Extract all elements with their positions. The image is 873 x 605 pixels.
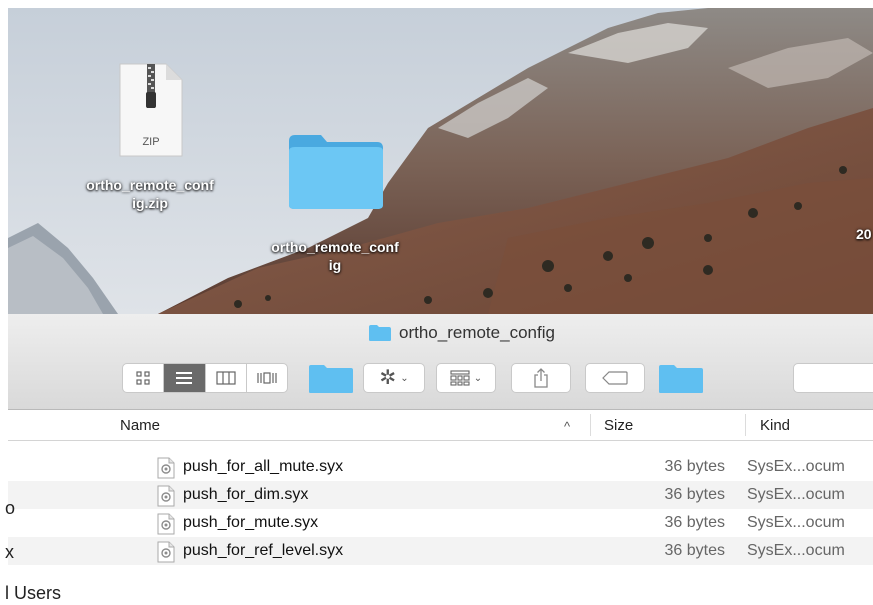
file-kind: SysEx...ocum (747, 514, 845, 531)
zip-file-icon[interactable]: ZIP (116, 62, 186, 158)
file-name: push_for_dim.syx (183, 486, 309, 503)
file-size: 36 bytes (664, 514, 725, 531)
kind-column-header[interactable]: Kind (760, 417, 790, 434)
share-button[interactable] (511, 363, 571, 393)
gear-icon: ✲ (379, 367, 397, 389)
sidebar-item-fragment[interactable]: o (5, 498, 15, 519)
window-title-text: ortho_remote_config (399, 323, 555, 342)
file-kind: SysEx...ocum (747, 486, 845, 503)
syx-file-icon (157, 513, 175, 535)
view-mode-control[interactable] (122, 363, 288, 393)
list-icon (176, 372, 193, 384)
finder-toolbar: ortho_remote_config ✲ ⌄ ⌄ (8, 314, 873, 410)
name-column-header[interactable]: Name (120, 417, 160, 434)
desktop-folder-icon[interactable] (287, 133, 385, 211)
window-title: ortho_remote_config (368, 322, 555, 344)
file-size: 36 bytes (664, 458, 725, 475)
sort-ascending-icon: ^ (564, 419, 571, 434)
gallery-icon (257, 372, 277, 384)
gallery-view-button[interactable] (247, 364, 287, 392)
mountain-wallpaper (8, 8, 873, 314)
file-kind: SysEx...ocum (747, 458, 845, 475)
column-view-button[interactable] (206, 364, 247, 392)
folder-icon (289, 135, 383, 209)
file-row[interactable]: push_for_all_mute.syx 36 bytes SysEx...o… (8, 453, 873, 481)
sidebar-item-fragment[interactable]: l Users (5, 583, 61, 604)
tag-button[interactable] (585, 363, 645, 393)
column-divider[interactable] (745, 414, 746, 436)
arrange-menu-button[interactable]: ⌄ (436, 363, 496, 393)
clipped-desktop-label[interactable]: 20 (856, 225, 872, 243)
zip-file-label-line1: ortho_remote_conf (86, 177, 214, 193)
file-size: 36 bytes (664, 486, 725, 503)
file-name: push_for_all_mute.syx (183, 458, 344, 475)
list-header: Name ^ Size Kind (8, 410, 873, 441)
sidebar-item-fragment[interactable]: x (5, 542, 14, 563)
file-row[interactable]: push_for_ref_level.syx 36 bytes SysEx...… (8, 537, 873, 565)
tag-icon (602, 371, 628, 385)
desktop-wallpaper (8, 8, 873, 314)
list-view-button[interactable] (164, 364, 206, 392)
columns-icon (216, 371, 236, 385)
desktop-folder-label-line1: ortho_remote_conf (271, 239, 399, 255)
search-field[interactable] (793, 363, 873, 393)
chevron-down-icon: ⌄ (473, 372, 483, 384)
file-size: 36 bytes (664, 542, 725, 559)
file-name: push_for_mute.syx (183, 514, 319, 531)
action-menu-button[interactable]: ✲ ⌄ (363, 363, 425, 393)
zip-file-label[interactable]: ortho_remote_conf ig.zip (50, 176, 250, 212)
folder-shortcut-icon[interactable] (658, 364, 704, 394)
arrange-icon (450, 370, 470, 386)
new-folder-icon[interactable] (308, 364, 354, 394)
screenshot-frame: ZIP ortho_remote_conf ig.zip ortho_remot… (0, 0, 873, 605)
file-name: push_for_ref_level.syx (183, 542, 344, 559)
share-icon (534, 368, 548, 388)
finder-window: ortho_remote_config ✲ ⌄ ⌄ Name ^ Size Ki… (5, 314, 873, 605)
syx-file-icon (157, 541, 175, 563)
syx-file-icon (157, 485, 175, 507)
file-kind: SysEx...ocum (747, 542, 845, 559)
syx-file-icon (157, 457, 175, 479)
desktop-folder-label[interactable]: ortho_remote_conf ig (230, 238, 440, 274)
chevron-down-icon: ⌄ (400, 372, 409, 384)
zip-file-label-line2: ig.zip (132, 195, 168, 211)
file-row[interactable]: push_for_mute.syx 36 bytes SysEx...ocum (8, 509, 873, 537)
zip-badge: ZIP (142, 136, 160, 148)
size-column-header[interactable]: Size (604, 417, 633, 434)
desktop-folder-label-line2: ig (328, 257, 342, 273)
icon-view-button[interactable] (123, 364, 165, 392)
column-divider[interactable] (590, 414, 591, 436)
title-folder-icon (369, 325, 391, 341)
grid-icon (136, 371, 150, 385)
file-row[interactable]: push_for_dim.syx 36 bytes SysEx...ocum (8, 481, 873, 509)
